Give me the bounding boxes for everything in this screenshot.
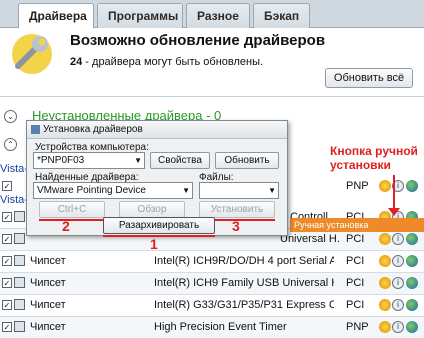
chevron-down-icon[interactable]: ⌄ [4,110,17,123]
extract-button[interactable]: Разархивировать [103,217,215,234]
row-name: Intel(R) G33/G31/P35/P31 Express C... [154,299,334,311]
row-bus: PCI [346,233,365,245]
tab-bar: Драйвера Программы Разное Бэкап [0,0,424,29]
tab-programs[interactable]: Программы [97,3,183,28]
callout-number-3: 3 [232,218,240,234]
chevron-up-icon[interactable]: ⌃ [4,138,17,151]
row-checkbox[interactable]: ✓ [2,181,12,191]
manual-install-tooltip: Ручная установка [290,218,424,232]
row-checkbox[interactable]: ✓ [2,322,12,332]
row-bus: PNP [346,321,369,333]
row-category: Чипсет [30,277,66,289]
highlight-underline [39,219,105,221]
row-bus: PCI [346,277,365,289]
devices-value: *PNP0F03 [37,155,85,166]
info-icon[interactable]: i [392,321,404,333]
annotation-text: Кнопка ручной установки [330,144,418,172]
callout-number-2: 2 [62,218,70,234]
banner-subtitle-text: - драйвера могут быть обновлены. [82,56,264,68]
row-checkbox[interactable]: ✓ [2,234,12,244]
row-name: High Precision Event Timer [154,321,287,333]
update-count: 24 [70,56,83,68]
row-checkbox[interactable]: ✓ [2,256,12,266]
row-name: Universal H... [280,233,340,245]
globe-icon[interactable] [406,180,418,192]
chevron-down-icon: ▼ [182,186,190,195]
annotation-arrow [393,175,395,210]
chevron-down-icon: ▼ [268,186,276,195]
globe-icon[interactable] [406,233,418,245]
annotation-arrowhead [388,208,400,216]
update-all-button[interactable]: Обновить всё [325,68,413,88]
tab-backup[interactable]: Бэкап [253,3,310,28]
wrench-icon [12,34,52,74]
device-icon [14,277,25,288]
divider [0,96,424,97]
settings-icon[interactable] [379,299,391,311]
row-bus: PCI [346,299,365,311]
tab-misc[interactable]: Разное [186,3,250,28]
row-checkbox[interactable]: ✓ [2,300,12,310]
properties-button[interactable]: Свойства [150,152,210,169]
chevron-down-icon: ▼ [134,156,142,165]
row-name: Intel(R) ICH9 Family USB Universal H... [154,277,334,289]
devices-select[interactable]: *PNP0F03 ▼ [33,152,145,169]
tab-drivers[interactable]: Драйвера [18,3,94,29]
row-category: Чипсет [30,299,66,311]
dialog-app-icon [31,125,40,134]
vista-label: Vista- [0,163,28,175]
settings-icon[interactable] [379,277,391,289]
row-checkbox[interactable]: ✓ [2,278,12,288]
info-icon[interactable]: i [392,255,404,267]
update-banner: Возможно обновление драйверов 24 - драйв… [0,28,424,102]
globe-icon[interactable] [406,277,418,289]
settings-icon[interactable] [379,321,391,333]
settings-icon[interactable] [379,180,391,192]
device-icon [14,233,25,244]
found-drivers-value: VMware Pointing Device [37,185,146,196]
highlight-underline [103,235,215,237]
row-category: Чипсет [30,321,66,333]
device-icon [14,211,25,222]
annotation-line: Кнопка ручной [330,144,418,158]
dialog-title[interactable]: Установка драйверов [27,121,287,139]
row-checkbox[interactable]: ✓ [2,212,12,222]
table-row[interactable]: ✓ Чипсет Intel(R) ICH9 Family USB Univer… [0,273,424,295]
table-row[interactable]: ✓ Чипсет High Precision Event Timer PNP … [0,317,424,338]
device-icon [14,299,25,310]
refresh-button[interactable]: Обновить [215,152,279,169]
row-category: Чипсет [30,255,66,267]
info-icon[interactable]: i [392,233,404,245]
annotation-line: установки [330,158,391,172]
settings-icon[interactable] [379,233,391,245]
table-row[interactable]: ✓ Чипсет Intel(R) G33/G31/P35/P31 Expres… [0,295,424,317]
copy-button[interactable]: Ctrl+C [39,201,105,218]
browse-button[interactable]: Обзор [119,201,185,218]
vista-label: Vista- [0,194,28,206]
callout-number-1: 1 [150,236,158,252]
globe-icon[interactable] [406,321,418,333]
files-select[interactable]: ▼ [199,182,279,199]
device-icon [14,321,25,332]
info-icon[interactable]: i [392,277,404,289]
app-window: Драйвера Программы Разное Бэкап Возможно… [0,0,424,338]
device-icon [14,255,25,266]
banner-subtitle: 24 - драйвера могут быть обновлены. [70,56,263,68]
row-bus: PCI [346,255,365,267]
globe-icon[interactable] [406,255,418,267]
info-icon[interactable]: i [392,299,404,311]
table-row[interactable]: ✓ Чипсет Intel(R) ICH9R/DO/DH 4 port Ser… [0,251,424,273]
globe-icon[interactable] [406,299,418,311]
found-drivers-select[interactable]: VMware Pointing Device ▼ [33,182,193,199]
row-bus: PNP [346,180,369,192]
row-name: Intel(R) ICH9R/DO/DH 4 port Serial A... [154,255,334,267]
settings-icon[interactable] [379,255,391,267]
install-button[interactable]: Установить [199,201,275,218]
banner-title: Возможно обновление драйверов [70,32,326,49]
